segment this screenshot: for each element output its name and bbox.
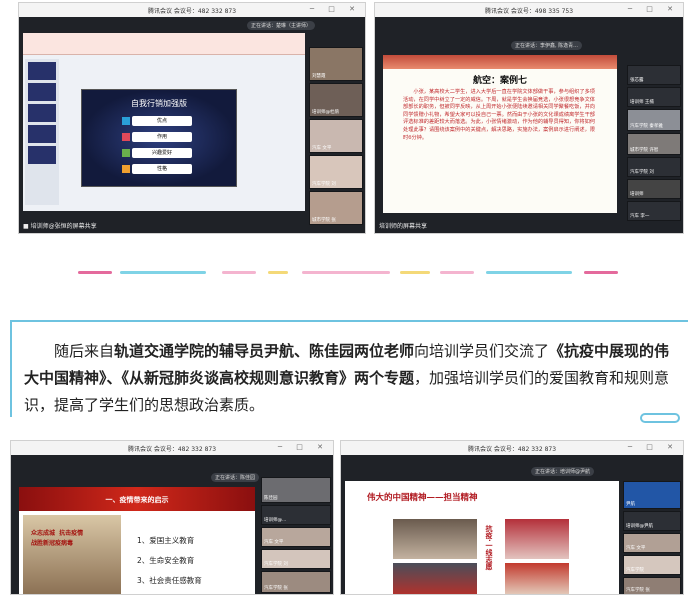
participant-tile-5[interactable]: 汽车学院 张 <box>261 571 331 593</box>
photo-3 <box>393 563 477 594</box>
participant-tile-4[interactable]: 城市学院 许智 <box>627 133 681 155</box>
participant-tile-2[interactable]: 培训师@尹航 <box>623 511 681 531</box>
screenshot-meeting-2: 腾讯会议 会议号：498 335 753 ─ □ ✕ 正在讲话：李伊鑫, 陈逸青… <box>374 2 684 234</box>
participant-tile-5[interactable]: 汽车学院 张 <box>623 577 681 594</box>
meeting-title: 腾讯会议 会议号：482 332 873 <box>147 7 237 15</box>
window-titlebar: 腾讯会议 会议号：498 335 753 ─ □ ✕ <box>375 3 683 17</box>
photo-2 <box>505 519 569 559</box>
window-titlebar: 腾讯会议 会议号：482 332 873 ─ □ ✕ <box>19 3 365 17</box>
photo-4 <box>505 563 569 594</box>
article-paragraph: 随后来自轨道交通学院的辅导员尹航、陈佳园两位老师向培训学员们交流了《抗疫中展现的… <box>24 342 670 414</box>
ppt-thumbnails <box>25 59 59 205</box>
speaker-indicator: 正在讲话：楚琳（主讲师） <box>247 21 316 30</box>
participant-tile-2[interactable]: 培训师@杜鹃 <box>309 83 363 117</box>
participant-tile-6[interactable]: 培训师 <box>627 179 681 199</box>
slide-item-2: 2、生命安全教育 <box>137 556 195 565</box>
participant-tile-7[interactable]: 汽车 李一 <box>627 201 681 221</box>
window-controls-icon[interactable]: ─ □ ✕ <box>628 5 679 13</box>
window-controls-icon[interactable]: ─ □ ✕ <box>278 443 329 451</box>
participant-tile-5[interactable]: 城市学院 张 <box>309 191 363 225</box>
slide-canvas: 一、疫情带来的启示 众志成城 抗击疫情 战胜新冠疫病毒 1、爱国主义教育 2、生… <box>19 487 255 594</box>
participant-tile-4[interactable]: 汽车学院 <box>623 555 681 575</box>
divider-dash <box>440 271 474 274</box>
participant-tile-4[interactable]: 汽车学院 刘 <box>309 155 363 189</box>
slide-item-1: 1、爱国主义教育 <box>137 536 195 545</box>
slide-title: 伟大的中国精神——担当精神 <box>367 493 478 503</box>
divider-dash <box>302 271 390 274</box>
participant-tile-1[interactable]: 张芯露 <box>627 65 681 85</box>
divider-dash <box>222 271 256 274</box>
window-titlebar: 腾讯会议 会议号：482 332 873 ─ □ ✕ <box>341 441 683 455</box>
speaker-indicator: 正在讲话：培训师@尹航 <box>531 467 595 476</box>
participant-tile-2[interactable]: 培训师 王楠 <box>627 87 681 107</box>
participant-tile-1[interactable]: 尹航 <box>623 481 681 509</box>
meeting-title: 腾讯会议 会议号：498 335 753 <box>484 7 574 15</box>
slide-canvas: 伟大的中国精神——担当精神 抗疫·一线志愿 <box>345 481 619 594</box>
slide-item-3: 兴趣爱好 <box>132 148 192 158</box>
slide-body-text: 小张，某高校大二学生，进入大学后一直在学院文体部做干事，参与组织了多项活动，在同… <box>403 89 595 141</box>
divider-dash <box>120 271 206 274</box>
meeting-title: 腾讯会议 会议号：482 332 873 <box>467 445 557 453</box>
screen-share-label: 培训师的屏幕共享 <box>379 223 428 230</box>
slide-title: 航空：案例七 <box>472 76 527 86</box>
window-controls-icon[interactable]: ─ □ ✕ <box>310 5 361 13</box>
divider-dash <box>400 271 430 274</box>
speaker-indicator: 正在讲话：陈佳园 <box>211 473 260 482</box>
meeting-title: 腾讯会议 会议号：482 332 873 <box>127 445 217 453</box>
screenshot-meeting-1: 腾讯会议 会议号：482 332 873 ─ □ ✕ 正在讲话：楚琳（主讲师） … <box>18 2 366 234</box>
divider-dash <box>78 271 112 274</box>
divider-dash <box>584 271 618 274</box>
slide-canvas: 自我行销加强版 优点 作用 兴趣爱好 性格 <box>81 89 237 187</box>
photo-1 <box>393 519 477 559</box>
corner-ornament-icon <box>640 413 680 423</box>
ppt-ribbon <box>23 33 305 55</box>
participant-tile-1[interactable]: 陈佳园 <box>261 477 331 503</box>
screenshot-meeting-3: 腾讯会议 会议号：482 332 873 ─ □ ✕ 正在讲话：陈佳园 一、疫情… <box>10 440 334 595</box>
window-controls-icon[interactable]: ─ □ ✕ <box>628 443 679 451</box>
participant-tile-3[interactable]: 汽车 文平 <box>261 527 331 547</box>
participant-tile-3[interactable]: 汽车 文平 <box>623 533 681 553</box>
slide-item-4: 性格 <box>132 164 192 174</box>
slide-title: 一、疫情带来的启示 <box>105 496 169 504</box>
slide-canvas: 航空：案例七 小张，某高校大二学生，进入大学后一直在学院文体部做干事，参与组织了… <box>383 55 617 213</box>
divider-dash <box>268 271 288 274</box>
article-text-box: 随后来自轨道交通学院的辅导员尹航、陈佳园两位老师向培训学员们交流了《抗疫中展现的… <box>10 320 688 423</box>
presentation-window: 自我行销加强版 优点 作用 兴趣爱好 性格 <box>23 33 305 211</box>
participant-tile-1[interactable]: 刘慧霞 <box>309 47 363 81</box>
window-titlebar: 腾讯会议 会议号：482 332 873 ─ □ ✕ <box>11 441 333 455</box>
divider-dash <box>486 271 572 274</box>
screenshot-meeting-4: 腾讯会议 会议号：482 332 873 ─ □ ✕ 正在讲话：培训师@尹航 伟… <box>340 440 684 595</box>
participant-tile-3[interactable]: 汽车学院 秦孝雅 <box>627 109 681 131</box>
slide-item-3: 3、社会责任感教育 <box>137 576 202 585</box>
participant-tile-2[interactable]: 培训师@... <box>261 505 331 525</box>
slide-item-1: 优点 <box>132 116 192 126</box>
speaker-indicator: 正在讲话：李伊鑫, 陈逸青... <box>511 41 582 50</box>
slide-side-text: 抗疫·一线志愿 <box>485 525 493 570</box>
participant-tile-4[interactable]: 汽车学院 刘 <box>261 549 331 569</box>
participant-tile-3[interactable]: 汽车 文平 <box>309 119 363 153</box>
screen-share-label: ■ 培训师@张恒的屏幕共享 <box>23 223 97 230</box>
slide-item-2: 作用 <box>132 132 192 142</box>
participant-tile-5[interactable]: 汽车学院 刘 <box>627 157 681 177</box>
poster-image: 众志成城 抗击疫情 战胜新冠疫病毒 <box>23 515 121 594</box>
slide-title: 自我行销加强版 <box>131 99 187 108</box>
